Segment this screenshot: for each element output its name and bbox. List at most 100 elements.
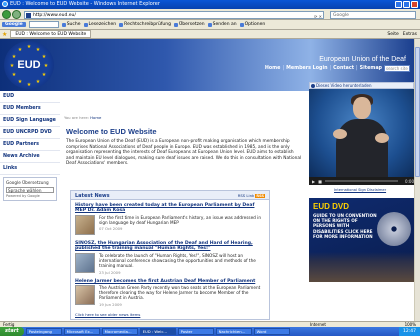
google-options-button[interactable]: Optionen [239,22,265,27]
nav-sitemap[interactable]: Sitemap [360,66,382,71]
page-menu[interactable]: Seite [387,32,398,37]
eud-dvd-banner[interactable]: EUD DVD GUIDE TO UN CONVENTION ON THE RI… [309,198,414,282]
url-input[interactable]: http://www.eud.eu/ ⟳ ✕ [24,10,324,20]
forward-button[interactable] [12,10,21,19]
send-icon [207,22,212,27]
news-item-body: The Austrian Green Party recently won tw… [99,285,261,301]
google-send-button[interactable]: Senden an [207,22,237,27]
sidebar-item-eud[interactable]: EUD [0,91,60,103]
dvd-people-image [309,252,414,282]
browser-tab[interactable]: EUD : Welcome to EUD Website [10,30,92,38]
google-bookmarks-button[interactable]: Lesezeichen [83,22,116,27]
news-item-date: 23 Jul 2009 [99,269,121,275]
favorites-bar: ★ EUD : Welcome to EUD Website Seite Ext… [0,30,420,39]
taskbar-item[interactable]: Nachrichten... [215,328,252,335]
taskbar-item-active[interactable]: EUD : Welc... [139,328,176,335]
nav-contact[interactable]: Contact [333,66,354,71]
taskbar-item[interactable]: Microsoft Ex... [63,328,100,335]
interpreter-disclaimer-link[interactable]: International Sign Disclaimer [334,188,386,192]
scrollbar-thumb[interactable] [415,47,420,177]
refresh-icon[interactable]: ⟳ ✕ [314,13,322,20]
news-item: Helene Jarmer becomes the first Austrian… [75,279,267,307]
news-item-body: For the first time in European Parliamen… [99,215,261,226]
news-item-title[interactable]: SINOSZ, the Hungarian Association of the… [75,241,267,252]
translate-title: Google Übersetzung [6,180,49,185]
vertical-scrollbar[interactable] [414,39,420,321]
download-icon [311,84,315,88]
google-translate-button[interactable]: Übersetzen [173,22,205,27]
logo-text: EUD [17,59,41,71]
stop-icon[interactable]: ■ [318,179,322,184]
nav-members-login[interactable]: Members Login [286,66,327,71]
minimize-button[interactable] [395,1,402,8]
taskbar-item[interactable]: Posteingang [25,328,62,335]
breadcrumb: You are here: Home [64,115,102,120]
video-time: 0:00 [405,178,414,184]
taskbar-item[interactable]: Poster [177,328,214,335]
news-heading: Latest News [75,193,110,199]
dvd-text: GUIDE TO UN CONVENTION ON THE RIGHTS OF … [313,213,377,239]
spellcheck-icon [119,22,124,27]
favorites-star-icon[interactable]: ★ [2,31,7,38]
news-thumbnail[interactable] [75,253,95,273]
back-button[interactable] [2,10,11,19]
svg-text:★: ★ [42,72,47,78]
news-item-date: 19 Jun 2009 [99,301,122,307]
latest-news-box: Latest News RSS Link RSS History have be… [70,190,270,320]
svg-text:★: ★ [18,79,23,85]
play-icon[interactable]: ▶ [312,179,315,184]
sidebar-item-members[interactable]: EUD Members [0,103,60,115]
video-seek-bar[interactable] [324,180,399,182]
news-item-title[interactable]: History have been created today at the E… [75,203,267,214]
taskbar-item[interactable]: Macromedia... [101,328,138,335]
news-item-title[interactable]: Helene Jarmer becomes the first Austrian… [75,279,267,284]
nav-home[interactable]: Home [265,66,281,71]
news-item-date: 07 Oct 2009 [99,226,123,232]
rss-link[interactable]: RSS Link RSS [238,193,265,198]
translate-powered-by: Powered by Google [6,194,40,198]
google-toolbar-search[interactable] [28,21,59,28]
sidebar-item-partners[interactable]: EUD Partners [0,139,60,151]
google-spellcheck-button[interactable]: Rechtschreibprüfung [119,22,171,27]
dvd-title: EUD DVD [313,202,350,211]
eud-logo[interactable]: ★ ★ ★ ★ ★ ★ ★ ★ ★ ★ ★ ★ EUD [4,41,54,89]
svg-text:★: ★ [27,44,32,50]
video-download-link[interactable]: Dieses Video herunterladen [309,82,414,89]
video-controls: ▶ ■ 0:00 [309,177,414,185]
start-button[interactable]: start [0,327,24,336]
news-item-body: To celebrate the launch of "Human Rights… [99,253,256,269]
sign-language-video[interactable] [309,89,414,177]
wrench-icon [239,22,244,27]
close-button[interactable] [411,1,418,8]
left-sidebar: EUD EUD Members EUD Sign Language EUD UN… [0,91,60,321]
sidebar-item-sign-language[interactable]: EUD Sign Language [0,115,60,127]
maximize-button[interactable] [403,1,410,8]
svg-text:★: ★ [27,82,32,88]
sidebar-item-links[interactable]: Links [0,163,60,175]
google-search-button[interactable]: Suche [61,22,81,27]
svg-text:★: ★ [12,72,17,78]
site-search-input[interactable]: search site [384,65,410,72]
page-viewport: ★ ★ ★ ★ ★ ★ ★ ★ ★ ★ ★ ★ EUD European Union of th… [0,39,414,321]
site-title: European Union of the Deaf [319,56,406,63]
google-toolbar-logo[interactable]: Google [2,22,26,27]
sidebar-item-news-archive[interactable]: News Archive [0,151,60,163]
intro-text: The European Union of the Deaf (EUD) is … [66,139,302,167]
rss-icon: RSS [255,194,265,198]
browser-search-input[interactable]: Google [330,10,416,19]
tools-menu[interactable]: Extras [403,32,417,37]
news-thumbnail[interactable] [75,285,95,305]
sidebar-item-uncrpd-dvd[interactable]: EUD UNCRPD DVD [0,127,60,139]
breadcrumb-home-link[interactable]: Home [90,115,101,120]
taskbar: start Posteingang Microsoft Ex... Macrom… [0,327,420,336]
system-clock: 12:47 [399,327,420,336]
google-translate-widget: Google Übersetzung Sprache wählen Powere… [3,177,57,201]
language-select[interactable]: Sprache wählen [6,187,54,193]
taskbar-item[interactable]: Word [253,328,290,335]
address-bar: http://www.eud.eu/ ⟳ ✕ Google [0,9,420,20]
news-thumbnail[interactable] [75,215,95,235]
top-navigation: Home | Members Login | Contact | Sitemap… [265,65,410,72]
news-item: SINOSZ, the Hungarian Association of the… [75,241,267,275]
news-item: History have been created today at the E… [75,203,267,235]
older-news-link[interactable]: Click here to see older news items [75,312,140,317]
